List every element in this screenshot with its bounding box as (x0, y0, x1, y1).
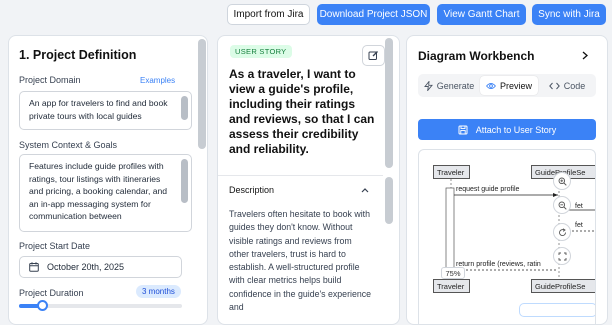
start-date-value: October 20th, 2025 (47, 262, 125, 272)
calendar-icon (29, 262, 39, 272)
import-jira-button[interactable]: Import from Jira (227, 4, 310, 25)
tab-generate[interactable]: Generate (420, 76, 478, 95)
code-icon (548, 82, 560, 89)
actor-guide-service-bottom: GuideProfileSe (531, 279, 595, 293)
sequence-diagram-preview[interactable]: Traveler GuideProfileSe request guide pr… (418, 149, 596, 324)
message-fetch-2: fet (575, 222, 583, 229)
workbench-title: Diagram Workbench (418, 49, 535, 63)
system-context-input[interactable]: Features include guide profiles with rat… (19, 154, 192, 232)
zoom-out-icon (558, 201, 567, 210)
zoom-in-button[interactable] (553, 172, 571, 190)
system-context-label: System Context & Goals (19, 140, 118, 150)
start-date-picker[interactable]: October 20th, 2025 (19, 256, 182, 278)
zoom-in-icon (558, 177, 567, 186)
examples-link[interactable]: Examples (140, 76, 175, 85)
tab-preview-label: Preview (499, 80, 532, 91)
tab-preview[interactable]: Preview (480, 76, 538, 95)
edit-story-button[interactable] (362, 45, 385, 66)
duration-badge: 3 months (136, 285, 181, 298)
expand-icon (558, 252, 566, 260)
duration-slider[interactable] (19, 300, 182, 311)
rotate-icon (558, 227, 566, 236)
tab-code-label: Code (563, 80, 586, 91)
user-story-tag: USER STORY (230, 45, 292, 58)
project-domain-value: An app for travelers to find and book pr… (29, 98, 168, 121)
description-scrollbar[interactable] (385, 177, 393, 224)
actor-traveler-bottom: Traveler (433, 279, 470, 293)
chevron-up-icon[interactable] (361, 187, 369, 193)
project-definition-panel: 1. Project Definition Project Domain Exa… (8, 35, 208, 325)
reset-zoom-button[interactable] (553, 223, 571, 241)
diagram-action-button[interactable] (519, 303, 595, 317)
story-scrollbar[interactable] (385, 38, 393, 168)
start-date-label: Project Start Date (19, 241, 91, 251)
actor-traveler-top: Traveler (433, 165, 470, 179)
download-json-button[interactable]: Download Project JSON (317, 4, 430, 25)
project-domain-input[interactable]: An app for travelers to find and book pr… (19, 91, 192, 130)
duration-slider-handle[interactable] (36, 300, 48, 311)
attach-label: Attach to User Story (475, 124, 557, 135)
message-request-profile: request guide profile (456, 186, 520, 193)
system-context-value: Features include guide profiles with rat… (29, 161, 168, 221)
description-text: Travelers often hesitate to book with gu… (229, 209, 372, 313)
user-story-text: As a traveler, I want to view a guide's … (229, 67, 375, 156)
lightning-icon (423, 80, 433, 91)
divider (218, 175, 383, 176)
user-story-panel: USER STORY As a traveler, I want to view… (217, 35, 400, 325)
textarea-scrollbar[interactable] (181, 159, 188, 203)
chevron-right-icon[interactable] (582, 51, 588, 60)
panel-title: 1. Project Definition (19, 48, 137, 62)
message-fetch-1: fet (575, 203, 583, 210)
diagram-workbench-panel: Diagram Workbench Generate Preview Code … (406, 35, 608, 325)
zoom-level-indicator: 75% (441, 267, 465, 279)
zoom-out-button[interactable] (553, 196, 571, 214)
panel-scrollbar[interactable] (198, 39, 206, 149)
duration-label: Project Duration (19, 288, 84, 298)
save-icon (458, 125, 468, 134)
message-return-profile: return profile (reviews, ratin (456, 261, 541, 268)
workbench-tabs: Generate Preview Code (418, 74, 596, 97)
description-label: Description (229, 185, 275, 195)
tab-generate-label: Generate (436, 80, 475, 91)
attach-to-story-button[interactable]: Attach to User Story (418, 119, 596, 140)
view-gantt-button[interactable]: View Gantt Chart (437, 4, 526, 25)
tab-code[interactable]: Code (540, 76, 594, 95)
edit-icon (368, 51, 378, 60)
sync-jira-button[interactable]: Sync with Jira (532, 4, 606, 25)
project-domain-label: Project Domain (19, 75, 81, 85)
textarea-scrollbar[interactable] (181, 96, 188, 120)
fullscreen-button[interactable] (553, 247, 571, 265)
eye-icon (485, 82, 496, 89)
top-toolbar: Import from Jira Download Project JSON V… (0, 0, 612, 30)
